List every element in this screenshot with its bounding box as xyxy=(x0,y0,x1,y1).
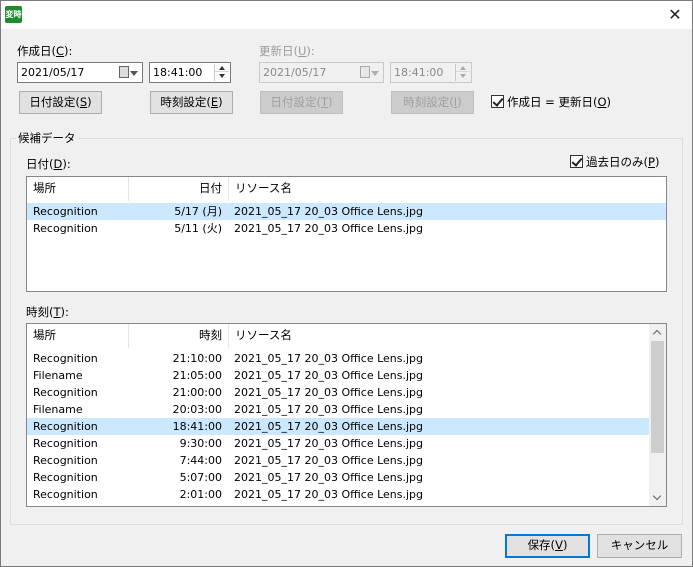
dialog-window: 変時 ✕ 作成日(C): 2021/05/17 18:41:00 日付設定(S)… xyxy=(0,0,693,567)
date-list-label: 日付(D): xyxy=(26,157,71,171)
created-time-spinner[interactable] xyxy=(214,64,229,81)
table-row[interactable]: Filename 20:03:00 2021_05_17 20_03 Office … xyxy=(27,401,649,418)
column-header-resource[interactable]: リソース名 xyxy=(229,324,529,348)
column-header-place[interactable]: 場所 xyxy=(27,177,128,201)
table-row[interactable]: Recognition 5:07:00 2021_05_17 20_03 Offic… xyxy=(27,469,649,486)
table-row[interactable]: Recognition 5/11 (火) 2021_05_17 20_03 Offi… xyxy=(27,220,666,237)
updated-time-value: 18:41:00 xyxy=(394,66,444,79)
created-date-dropdown[interactable] xyxy=(118,64,140,81)
updated-date-value: 2021/05/17 xyxy=(263,66,327,79)
chevron-down-icon xyxy=(371,71,379,76)
cell-time: 21:00:00 xyxy=(172,386,222,399)
table-row[interactable]: Recognition 7:44:00 2021_05_17 20_03 Offic… xyxy=(27,452,649,469)
spin-up-icon[interactable] xyxy=(215,64,229,72)
created-date-value: 2021/05/17 xyxy=(21,66,85,79)
title-bar[interactable]: 変時 ✕ xyxy=(1,1,692,29)
column-header-place[interactable]: 場所 xyxy=(27,324,128,348)
cell-place: Recognition xyxy=(33,471,98,484)
chevron-down-icon xyxy=(130,71,138,76)
calendar-icon xyxy=(119,66,129,78)
cell-time: 20:03:00 xyxy=(172,403,222,416)
updated-set-date-button[interactable]: 日付設定(T) xyxy=(260,91,343,114)
updated-label: 更新日(U): xyxy=(259,44,315,58)
table-row[interactable]: Recognition 9:30:00 2021_05_17 20_03 Offic… xyxy=(27,435,649,452)
cell-date: 5/11 (火) xyxy=(174,222,222,235)
created-time-input[interactable]: 18:41:00 xyxy=(149,62,231,83)
updated-date-dropdown[interactable] xyxy=(359,64,381,81)
cell-resource: 2021_05_17 20_03 Office Lens.jpg xyxy=(234,437,424,450)
cell-time: 7:44:00 xyxy=(179,454,222,467)
cell-place: Recognition xyxy=(33,205,98,218)
cell-resource: 2021_05_17 20_03 Office Lens.jpg xyxy=(234,420,424,433)
cell-place: Recognition xyxy=(33,386,98,399)
updated-time-input[interactable]: 18:41:00 xyxy=(390,62,472,83)
cell-place: Filename xyxy=(33,369,83,382)
cell-date: 5/17 (月) xyxy=(174,205,222,218)
cell-time: 5:07:00 xyxy=(179,471,222,484)
time-list-header: 場所 時刻 リソース名 xyxy=(27,324,666,348)
cancel-button[interactable]: キャンセル xyxy=(597,534,682,558)
time-list-scrollbar[interactable] xyxy=(649,324,666,506)
scroll-up-icon[interactable] xyxy=(649,324,666,341)
updated-date-picker[interactable]: 2021/05/17 xyxy=(259,62,384,83)
cell-place: Recognition xyxy=(33,222,98,235)
cell-time: 21:05:00 xyxy=(172,369,222,382)
spin-up-icon[interactable] xyxy=(456,64,470,72)
date-list-header: 場所 日付 リソース名 xyxy=(27,177,666,201)
cell-time: 9:30:00 xyxy=(179,437,222,450)
scroll-thumb[interactable] xyxy=(651,341,664,453)
app-icon: 変時 xyxy=(5,6,22,23)
candidates-group-title: 候補データ xyxy=(16,130,78,146)
cell-resource: 2021_05_17 20_03 Office Lens.jpg xyxy=(234,386,424,399)
table-row[interactable]: Recognition 18:41:00 2021_05_17 20_03 Offi… xyxy=(27,418,649,435)
close-button[interactable]: ✕ xyxy=(664,4,686,26)
column-header-resource[interactable]: リソース名 xyxy=(229,177,529,201)
scroll-down-icon[interactable] xyxy=(649,489,666,506)
cell-place: Filename xyxy=(33,403,83,416)
table-row[interactable]: Filename 21:05:00 2021_05_17 20_03 Office … xyxy=(27,367,649,384)
cell-resource: 2021_05_17 20_03 Office Lens.jpg xyxy=(234,488,424,501)
table-row[interactable]: Recognition 21:00:00 2021_05_17 20_03 Offi… xyxy=(27,384,649,401)
column-header-time[interactable]: 時刻 xyxy=(129,324,228,348)
cell-place: Recognition xyxy=(33,454,98,467)
table-row[interactable]: Recognition 21:10:00 2021_05_17 20_03 Offi… xyxy=(27,350,649,367)
time-list-label: 時刻(T): xyxy=(26,305,69,319)
sync-dates-label[interactable]: 作成日 = 更新日(O) xyxy=(507,94,611,110)
cell-resource: 2021_05_17 20_03 Office Lens.jpg xyxy=(234,205,424,218)
past-only-label[interactable]: 過去日のみ(P) xyxy=(586,154,659,170)
cell-time: 18:41:00 xyxy=(172,420,222,433)
updated-time-spinner[interactable] xyxy=(455,64,470,81)
cell-place: Recognition xyxy=(33,420,98,433)
created-time-value: 18:41:00 xyxy=(153,66,203,79)
past-only-checkbox[interactable] xyxy=(570,155,583,168)
cell-resource: 2021_05_17 20_03 Office Lens.jpg xyxy=(234,222,424,235)
table-row[interactable]: Recognition 2:01:00 2021_05_17 20_03 Offic… xyxy=(27,486,649,503)
created-set-date-button[interactable]: 日付設定(S) xyxy=(19,91,102,114)
calendar-icon xyxy=(360,66,370,78)
column-header-date[interactable]: 日付 xyxy=(129,177,228,201)
cell-resource: 2021_05_17 20_03 Office Lens.jpg xyxy=(234,352,424,365)
cell-time: 2:01:00 xyxy=(179,488,222,501)
time-list[interactable]: 場所 時刻 リソース名 Recognition 21:10:00 2021_05_1… xyxy=(26,323,667,507)
spin-down-icon[interactable] xyxy=(215,72,229,80)
cell-place: Recognition xyxy=(33,437,98,450)
created-set-time-button[interactable]: 時刻設定(E) xyxy=(150,91,233,114)
cell-place: Recognition xyxy=(33,488,98,501)
created-label: 作成日(C): xyxy=(17,44,73,58)
spin-down-icon[interactable] xyxy=(456,72,470,80)
cell-time: 21:10:00 xyxy=(172,352,222,365)
cell-place: Recognition xyxy=(33,352,98,365)
cell-resource: 2021_05_17 20_03 Office Lens.jpg xyxy=(234,471,424,484)
cell-resource: 2021_05_17 20_03 Office Lens.jpg xyxy=(234,369,424,382)
sync-dates-checkbox[interactable] xyxy=(491,95,504,108)
updated-set-time-button[interactable]: 時刻設定(I) xyxy=(391,91,474,114)
save-button[interactable]: 保存(V) xyxy=(505,534,590,558)
table-row[interactable]: Recognition 5/17 (月) 2021_05_17 20_03 Offi… xyxy=(27,203,666,220)
cell-resource: 2021_05_17 20_03 Office Lens.jpg xyxy=(234,454,424,467)
cell-resource: 2021_05_17 20_03 Office Lens.jpg xyxy=(234,403,424,416)
created-date-picker[interactable]: 2021/05/17 xyxy=(17,62,143,83)
date-list[interactable]: 場所 日付 リソース名 Recognition 5/17 (月) 2021_05_1… xyxy=(26,176,667,292)
